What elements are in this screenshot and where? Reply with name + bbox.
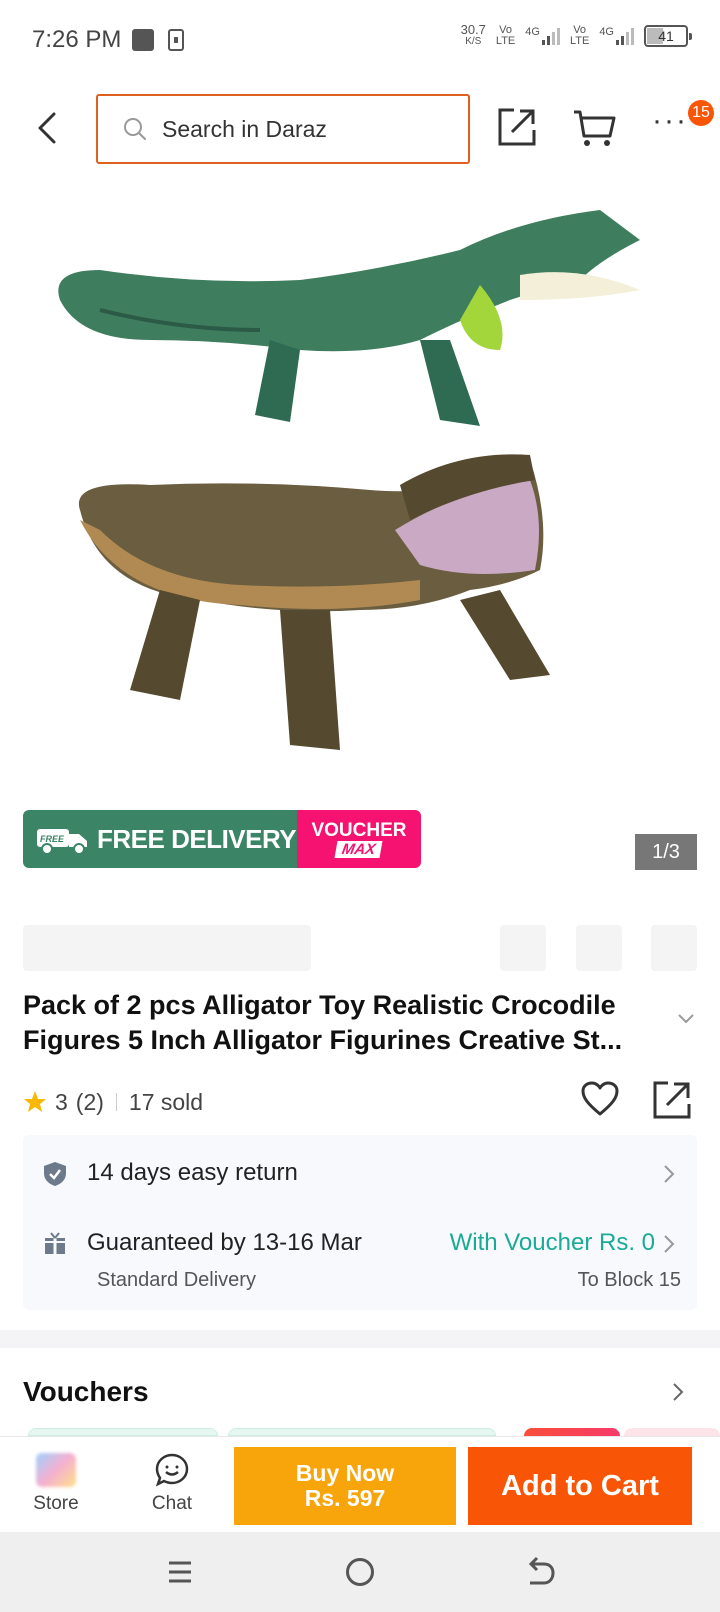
skeleton-block [23, 925, 311, 971]
delivery-truck-icon: FREE [37, 829, 87, 855]
cart-icon[interactable] [572, 106, 616, 148]
add-to-cart-button[interactable]: Add to Cart [468, 1447, 692, 1525]
free-delivery-voucher-banner: FREE FREE DELIVERY VOUCHER MAX [23, 810, 421, 868]
signal-bars-icon [616, 27, 634, 45]
chevron-right-icon [664, 1165, 675, 1183]
delivery-type: Standard Delivery [97, 1269, 256, 1291]
sold-count: 17 sold [128, 1088, 204, 1115]
rating-row[interactable]: 3 (2) 17 sold [23, 1084, 203, 1120]
buy-now-button[interactable]: Buy Now Rs. 597 [234, 1447, 456, 1525]
green-alligator-illustration [58, 210, 641, 426]
sim1-volte: Vo LTE [495, 24, 516, 47]
search-icon [124, 118, 146, 140]
voucher-card[interactable] [524, 1428, 620, 1436]
chat-button[interactable]: Chat [136, 1447, 208, 1523]
max-label: MAX [334, 840, 384, 858]
vouchers-heading[interactable]: Vouchers [23, 1376, 149, 1408]
voucher-card[interactable] [228, 1428, 496, 1436]
sim1-network: 4G [525, 27, 560, 45]
system-navigation-bar [0, 1532, 720, 1612]
network-speed: 30.7 K/S [460, 22, 486, 47]
skeleton-block [576, 925, 622, 971]
rating-value: 3 [55, 1088, 68, 1115]
voucher-card[interactable] [624, 1428, 720, 1436]
image-page-indicator: 1/3 [635, 834, 697, 870]
sim2-network: 4G [599, 27, 634, 45]
buy-now-price: Rs. 597 [304, 1485, 386, 1511]
brown-alligator-illustration [78, 454, 550, 750]
search-placeholder: Search in Daraz [162, 115, 327, 142]
store-avatar [36, 1453, 76, 1487]
gift-icon [45, 1232, 65, 1254]
voucher-price-text: With Voucher Rs. 0 [449, 1229, 655, 1256]
home-icon[interactable] [346, 1558, 374, 1586]
buy-now-label: Buy Now [295, 1460, 395, 1486]
delivery-location: To Block 15 [577, 1269, 681, 1291]
sim2-volte: Vo LTE [569, 24, 590, 47]
cart-count-badge: 15 [688, 100, 714, 126]
chat-label: Chat [151, 1493, 193, 1514]
promo-badge-free: FREE [40, 834, 65, 844]
chevron-right-icon[interactable] [672, 1382, 684, 1402]
chevron-left-icon[interactable] [30, 108, 70, 148]
chevron-down-icon[interactable] [676, 1012, 696, 1026]
divider [115, 1093, 117, 1111]
bottom-action-bar: Store Chat Buy Now Rs. 597 Add to Cart [0, 1436, 720, 1532]
chevron-right-icon [664, 1235, 675, 1253]
product-image[interactable] [40, 190, 680, 770]
top-header: Search in Daraz ··· 15 [0, 88, 720, 168]
share-icon[interactable] [652, 1080, 692, 1120]
product-title[interactable]: Pack of 2 pcs Alligator Toy Realistic Cr… [23, 988, 673, 1058]
free-delivery-label: FREE DELIVERY [97, 823, 297, 854]
skeleton-block [500, 925, 546, 971]
more-dots-icon[interactable]: ··· [652, 106, 692, 148]
star-icon [24, 1091, 46, 1112]
recent-apps-icon[interactable] [166, 1558, 194, 1586]
signal-bars-icon [541, 27, 560, 45]
notification-square-icon [132, 29, 154, 51]
download-notification-icon [168, 29, 184, 51]
search-input[interactable]: Search in Daraz [96, 94, 470, 164]
store-button[interactable]: Store [20, 1447, 92, 1523]
skeleton-block [651, 925, 697, 971]
loading-placeholders [0, 925, 720, 971]
back-icon[interactable] [524, 1556, 556, 1588]
status-bar: 7:26 PM 30.7 K/S Vo LTE 4G Vo LTE 4G 41 [0, 0, 720, 80]
chat-icon [155, 1453, 189, 1487]
delivery-return-card: 14 days easy return Guaranteed by 13-16 … [23, 1135, 697, 1310]
review-count: (2) [75, 1088, 104, 1115]
section-divider [0, 1330, 720, 1348]
voucher-label: VOUCHER [311, 819, 407, 841]
product-gallery[interactable]: FREE FREE DELIVERY VOUCHER MAX 1/3 [0, 180, 720, 880]
share-icon[interactable] [496, 106, 538, 148]
guarantee-text: Guaranteed by 13-16 Mar [87, 1229, 362, 1256]
heart-icon[interactable] [580, 1080, 620, 1118]
return-policy-text: 14 days easy return [87, 1159, 298, 1186]
status-time: 7:26 PM [32, 26, 122, 53]
store-label: Store [33, 1493, 79, 1514]
battery-icon: 41 [644, 25, 692, 47]
shield-check-icon [44, 1162, 66, 1186]
voucher-card[interactable] [28, 1428, 218, 1436]
